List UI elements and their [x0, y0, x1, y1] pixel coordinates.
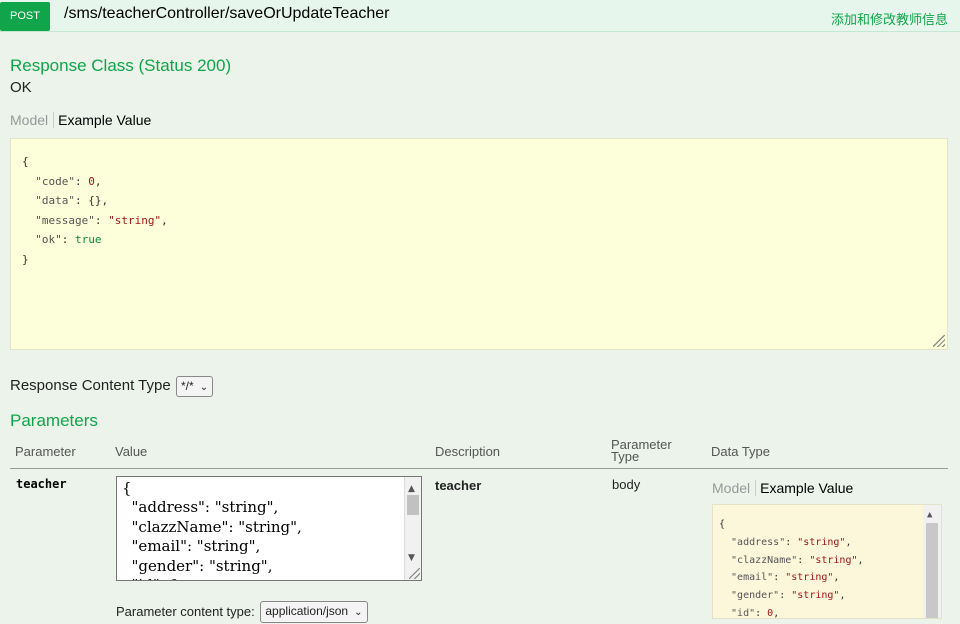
parameter-content-type-value: application/json [265, 604, 349, 618]
scrollbar-thumb[interactable] [407, 495, 419, 515]
endpoint-path[interactable]: /sms/teacherController/saveOrUpdateTeach… [64, 5, 389, 23]
textarea-line: { [122, 479, 132, 497]
endpoint-summary[interactable]: 添加和修改教师信息 [831, 9, 948, 28]
chevron-down-icon: ⌄ [354, 607, 363, 618]
parameter-content-type-label: Parameter content type: [116, 604, 255, 619]
response-example-code[interactable]: { "code": 0, "data": {}, "message": "str… [10, 138, 948, 350]
response-content-type-value: */* [181, 379, 194, 393]
parameter-content-type: Parameter content type: application/json… [116, 601, 368, 624]
response-code-line: "data": {}, [22, 194, 109, 208]
operation-header[interactable]: POST /sms/teacherController/saveOrUpdate… [0, 0, 960, 32]
textarea-resize-handle[interactable] [409, 568, 420, 579]
column-header-data-type: Data Type [711, 444, 771, 459]
data-type-code-line: "gender": "string", [719, 590, 846, 602]
textarea-line: "address": "string", [122, 498, 279, 517]
textarea-line: "gender": "string", [122, 556, 273, 575]
table-header-divider [10, 468, 948, 469]
data-type-example-value-tab[interactable]: Example Value [756, 480, 853, 496]
textarea-line: "clazzName": "string", [122, 517, 302, 536]
data-type-code-line: { [719, 519, 726, 530]
data-type-model-tab[interactable]: Model [712, 480, 757, 496]
response-code-line: { [22, 155, 29, 168]
parameter-content-type-select[interactable]: application/json ⌄ [260, 601, 368, 623]
data-type-code-line: "clazzName": "string", [719, 554, 864, 566]
data-type-code-line: "id": 0, [719, 607, 780, 619]
parameter-type: body [612, 477, 641, 492]
scroll-down-arrow-icon[interactable]: ▼ [408, 549, 415, 568]
column-header-value: Value [115, 444, 148, 459]
parameter-value-textarea[interactable]: { "address": "string", "clazzName": "str… [116, 476, 422, 581]
data-type-code-line: "email": "string", [719, 572, 840, 584]
response-content-type-label: Response Content Type [10, 377, 171, 394]
data-type-scrollbar[interactable]: ▲ [923, 505, 941, 618]
response-content-type-select[interactable]: */* ⌄ [176, 376, 214, 397]
column-header-parameter-type: Parameter Type [611, 438, 672, 464]
response-status-text: OK [10, 79, 32, 96]
column-header-description: Description [435, 444, 501, 459]
response-code-line: "ok": true [22, 233, 102, 247]
textarea-line: "id": 0, [122, 576, 401, 580]
column-header-parameter: Parameter [15, 444, 76, 459]
parameters-heading: Parameters [10, 411, 98, 430]
example-value-tab[interactable]: Example Value [54, 112, 151, 128]
response-code-line: } [22, 252, 29, 266]
parameter-name: teacher [16, 477, 67, 491]
response-code-line: "message": "string", [22, 213, 168, 227]
model-tab[interactable]: Model [10, 112, 55, 128]
scrollbar-thumb[interactable] [926, 523, 938, 618]
data-type-code-line: "address": "string", [719, 536, 852, 548]
chevron-down-icon: ⌄ [199, 382, 209, 393]
http-method-badge[interactable]: POST [0, 2, 50, 31]
resize-handle[interactable] [933, 335, 945, 347]
textarea-line: "email": "string", [122, 537, 261, 556]
response-model-tabs: Model Example Value [10, 112, 151, 128]
data-type-model-tabs: Model Example Value [712, 480, 853, 496]
data-type-example-code[interactable]: { "address": "string", "clazzName": "str… [712, 504, 942, 619]
textarea-scrollbar[interactable]: ▲ ▼ [404, 477, 421, 580]
response-code-line: "code": 0, [22, 174, 102, 188]
column-header-parameter-type-line2: Type [611, 449, 640, 464]
response-class-heading: Response Class (Status 200) [10, 56, 232, 75]
parameter-description: teacher [435, 478, 482, 493]
